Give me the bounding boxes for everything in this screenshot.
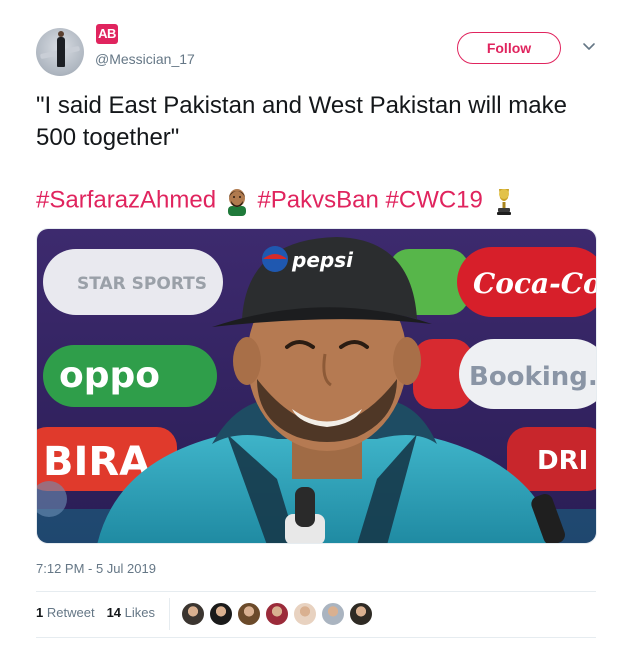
retweets-count: 1 <box>36 605 44 620</box>
stats-separator <box>169 598 170 630</box>
liker-avatar[interactable] <box>293 602 317 626</box>
likes-label: Likes <box>124 605 156 620</box>
divider <box>36 591 596 592</box>
tweet-timestamp[interactable]: 7:12 PM - 5 Jul 2019 <box>36 561 156 576</box>
liker-avatar[interactable] <box>349 602 373 626</box>
liker-avatar[interactable] <box>237 602 261 626</box>
sponsor-logo: Booking.c <box>469 362 597 392</box>
liker-avatar[interactable] <box>181 602 205 626</box>
hashtag-line: #SarfarazAhmed #PakvsBan #CWC19 <box>36 182 596 219</box>
hashtag-pakvsban[interactable]: #PakvsBan <box>257 187 378 214</box>
tweet-text: "I said East Pakistan and West Pakistan … <box>36 92 567 151</box>
sponsor-logo: STAR SPORTS <box>77 274 207 294</box>
sponsor-logo: BIRA <box>43 439 150 485</box>
likes-count: 14 <box>106 605 122 620</box>
user-avatar[interactable] <box>36 28 84 76</box>
liker-avatar[interactable] <box>209 602 233 626</box>
brand-badge: AB <box>96 24 118 44</box>
likes-stat[interactable]: 14 Likes <box>107 605 155 620</box>
sponsor-logo: pepsi <box>291 248 354 272</box>
press-conference-photo: STAR SPORTS oppo Coca-Cola Booking.c BIR… <box>37 229 597 543</box>
sponsor-logo: DRI <box>537 446 588 476</box>
engagement-stats: 1 Retweet 14 Likes <box>36 605 155 620</box>
chevron-down-icon[interactable] <box>581 38 597 54</box>
divider <box>36 637 596 638</box>
sponsor-logo: Coca-Cola <box>473 267 597 300</box>
user-handle[interactable]: @Messician_17 <box>95 51 195 67</box>
trophy-icon <box>496 188 511 215</box>
liker-avatar[interactable] <box>321 602 345 626</box>
tweet-media-photo[interactable]: STAR SPORTS oppo Coca-Cola Booking.c BIR… <box>36 228 597 544</box>
retweet-stat[interactable]: 1 Retweet <box>36 605 95 620</box>
sponsor-logo: oppo <box>59 355 160 396</box>
man-emoji-icon <box>227 188 246 216</box>
tweet-header: AB @Messician_17 Follow <box>36 24 602 76</box>
follow-button[interactable]: Follow <box>457 32 561 64</box>
liker-avatar[interactable] <box>265 602 289 626</box>
retweets-label: Retweet <box>46 605 95 620</box>
hashtag-sarfarazahmed[interactable]: #SarfarazAhmed <box>36 187 216 214</box>
hashtag-cwc19[interactable]: #CWC19 <box>386 187 483 214</box>
